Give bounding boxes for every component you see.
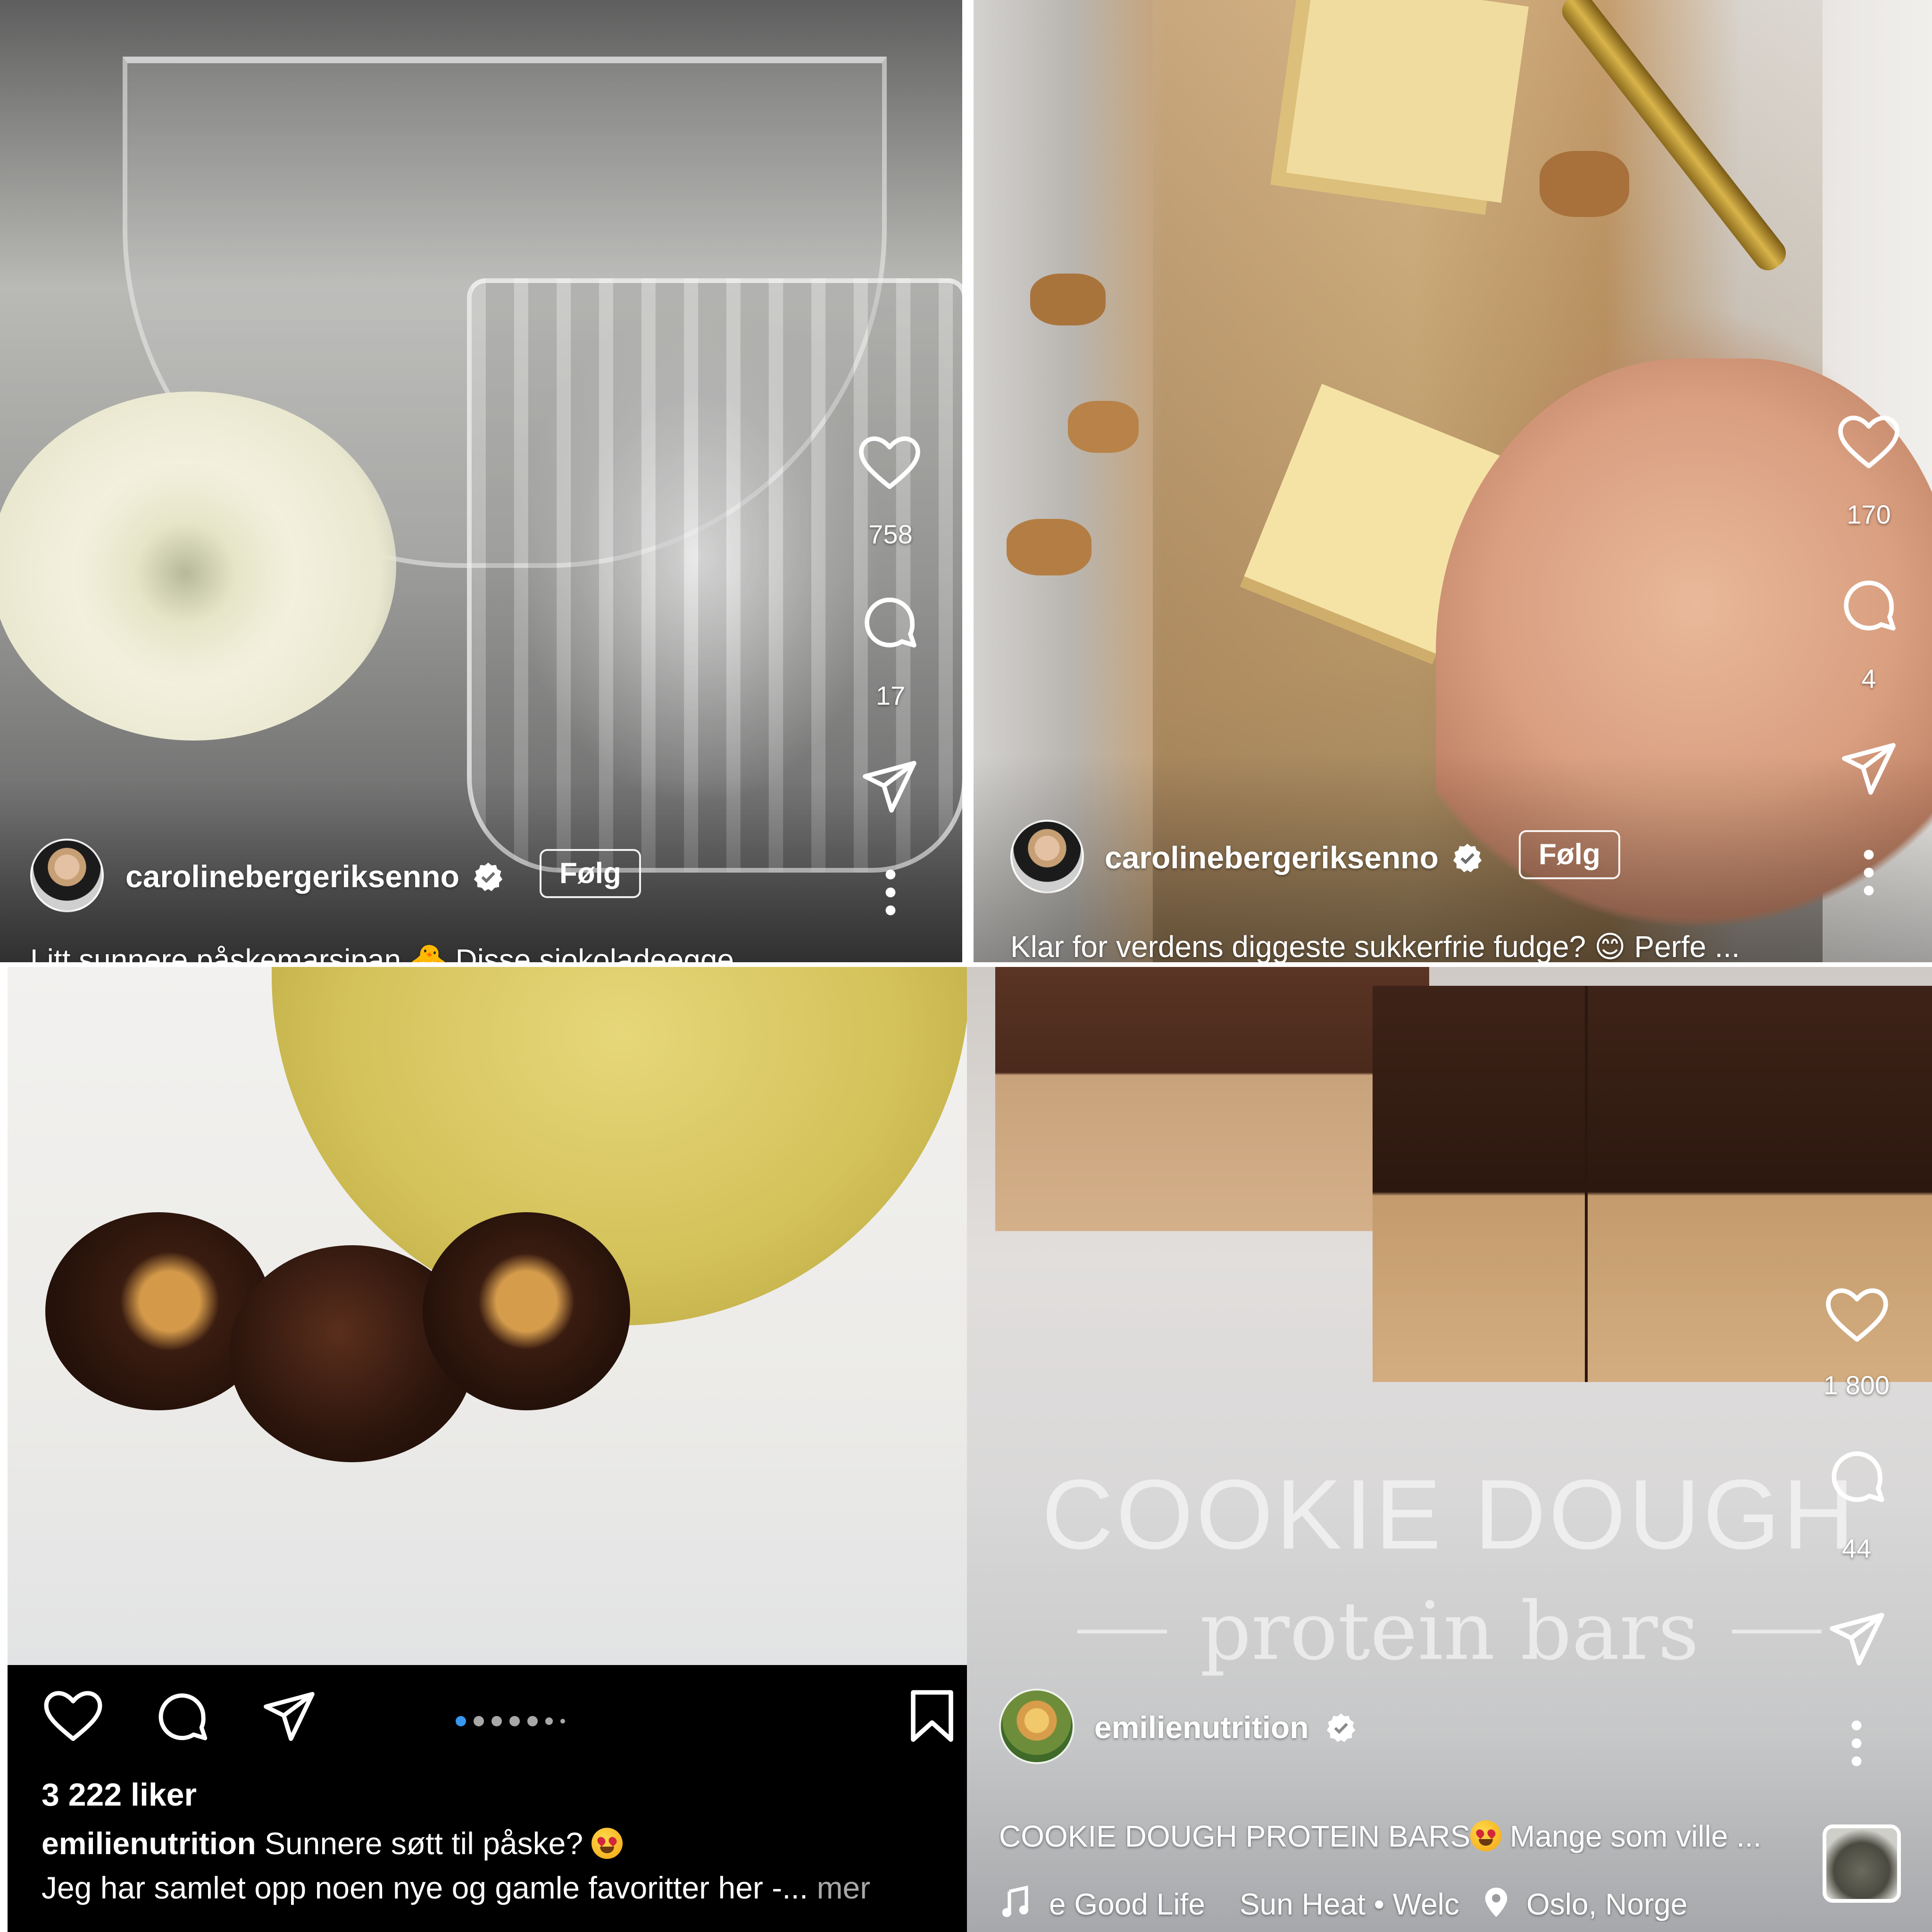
carousel-dot	[509, 1716, 520, 1726]
share-icon[interactable]	[1840, 741, 1897, 796]
overlay-title: COOKIE DOUGH	[1041, 1459, 1857, 1570]
divider-line	[1732, 1630, 1822, 1633]
fudge-image	[1286, 0, 1529, 203]
carousel-dot	[560, 1719, 565, 1724]
likes-count[interactable]: 3 222 liker	[42, 1776, 197, 1813]
comment-icon[interactable]	[859, 592, 920, 653]
more-link[interactable]: mer	[817, 1870, 871, 1905]
comment-count: 4	[1861, 664, 1876, 693]
location-pin-icon	[1484, 1887, 1508, 1918]
caption-text: Sunnere søtt til påske?	[265, 1826, 583, 1861]
verified-icon	[1325, 1712, 1357, 1746]
comment-icon[interactable]	[154, 1689, 210, 1745]
heart-icon[interactable]	[44, 1690, 102, 1742]
comment-count: 17	[875, 681, 906, 710]
follow-button[interactable]: Følg	[540, 849, 641, 898]
like-count: 1 800	[1823, 1370, 1890, 1400]
verified-icon	[1452, 842, 1483, 876]
audio-track[interactable]: e Good Life	[1049, 1887, 1219, 1922]
share-icon[interactable]	[861, 759, 918, 814]
comment-count: 44	[1841, 1533, 1872, 1563]
caption-line-2: Jeg har samlet opp noen nye og gamle fav…	[42, 1870, 870, 1906]
username[interactable]: emilienutrition	[42, 1826, 256, 1861]
caption: COOKIE DOUGH PROTEIN BARS Mange som vill…	[999, 1819, 1820, 1854]
audio-track-next[interactable]: Sun Heat • Welc	[1240, 1887, 1464, 1922]
heart-icon[interactable]	[1838, 415, 1899, 470]
more-icon[interactable]	[885, 869, 896, 916]
chocolate-date-image	[423, 1212, 630, 1410]
username[interactable]: carolinebergeriksenno	[125, 858, 459, 894]
like-count: 758	[868, 519, 913, 549]
comment-icon[interactable]	[1839, 575, 1899, 636]
heart-eyes-emoji	[1470, 1820, 1502, 1851]
reel-panel-top-right: 170 4 carolinebergeriksenno Følg Klar fo…	[974, 0, 1932, 962]
bookmark-icon[interactable]	[909, 1689, 955, 1743]
reel-panel-bottom-right: COOKIE DOUGH protein bars 1 800 44 emili…	[967, 967, 1932, 1932]
avatar[interactable]	[1010, 820, 1084, 893]
reel-panel-top-left: 758 17 carolinebergeriksenno Følg Litt s…	[0, 0, 962, 962]
comment-icon[interactable]	[1826, 1446, 1888, 1507]
divider-line	[1077, 1630, 1167, 1633]
caption-text: COOKIE DOUGH PROTEIN BARS	[999, 1819, 1471, 1853]
cookie-dough-bar-image	[995, 967, 1429, 1231]
overlay-subtitle: protein bars	[1200, 1585, 1699, 1678]
post-photo	[8, 967, 967, 1665]
post-panel-bottom-left: 3 222 liker emilienutrition Sunnere søtt…	[8, 967, 967, 1932]
more-icon[interactable]	[1851, 1720, 1862, 1767]
carousel-dot	[545, 1717, 553, 1725]
avatar[interactable]	[30, 839, 104, 912]
flower-image	[0, 391, 396, 741]
caption-text: Klar for verdens diggeste sukkerfrie fud…	[1010, 930, 1740, 962]
avatar[interactable]	[999, 1689, 1074, 1764]
carousel-dot-active	[456, 1716, 466, 1726]
verified-icon	[473, 861, 504, 895]
caption-line-1: emilienutrition Sunnere søtt til påske?	[42, 1825, 623, 1861]
carousel-dot	[491, 1716, 502, 1726]
heart-icon[interactable]	[859, 436, 920, 491]
music-icon[interactable]	[1002, 1885, 1028, 1918]
caption-text: Litt sunnere påskemarsipan 🐣 Disse sjoko…	[30, 943, 734, 962]
heart-eyes-emoji	[591, 1828, 623, 1859]
follow-button[interactable]: Følg	[1519, 830, 1620, 879]
caption-text-tail: Mange som ville ...	[1501, 1819, 1762, 1853]
username[interactable]: carolinebergeriksenno	[1105, 840, 1439, 875]
carousel-dot	[474, 1716, 484, 1726]
heart-icon[interactable]	[1826, 1288, 1888, 1343]
share-icon[interactable]	[1828, 1611, 1886, 1667]
share-icon[interactable]	[262, 1690, 316, 1742]
carousel-dot	[527, 1716, 538, 1726]
like-count: 170	[1847, 500, 1891, 529]
overlay-subtitle-row: protein bars	[967, 1585, 1932, 1678]
location-text[interactable]: Oslo, Norge	[1526, 1887, 1772, 1922]
audio-thumbnail[interactable]	[1823, 1824, 1901, 1903]
carousel-indicator	[456, 1714, 565, 1728]
caption-text: Jeg har samlet opp noen nye og gamle fav…	[42, 1870, 808, 1905]
username[interactable]: emilienutrition	[1094, 1709, 1309, 1745]
more-icon[interactable]	[1863, 849, 1874, 896]
